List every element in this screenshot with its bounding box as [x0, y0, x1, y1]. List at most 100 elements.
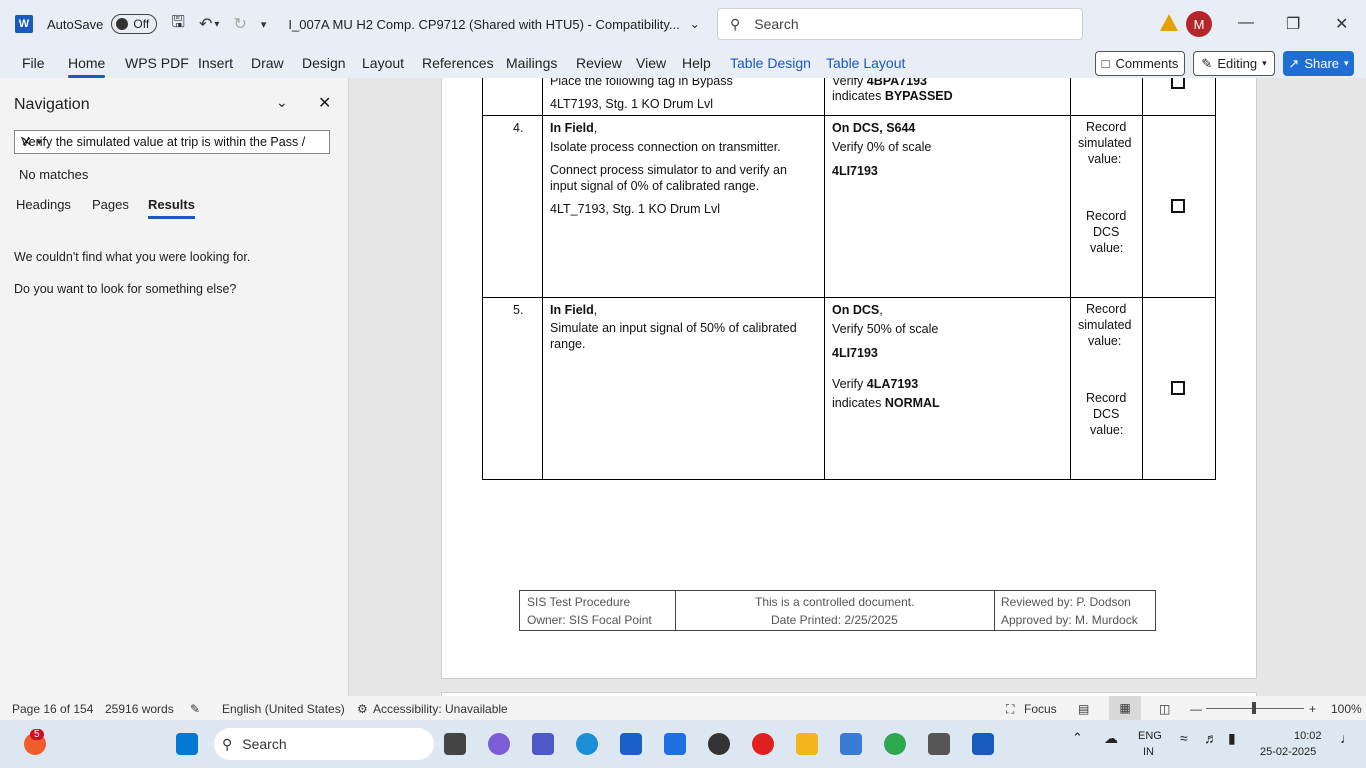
zoom-out-icon[interactable]: — — [1190, 702, 1202, 716]
tab-draw[interactable]: Draw — [251, 55, 284, 71]
edge-icon[interactable] — [576, 733, 598, 755]
text-run: , — [593, 121, 598, 135]
network-status-icon[interactable]: ☁ — [1104, 730, 1118, 747]
restore-icon[interactable]: ❐ — [1286, 14, 1300, 34]
table-cell-text: On DCS, S644 — [832, 121, 915, 135]
search-input[interactable]: ⚲ Search — [717, 8, 1083, 40]
copilot-icon[interactable] — [488, 733, 510, 755]
tab-insert[interactable]: Insert — [198, 55, 233, 71]
nav-search-input[interactable]: Verify the simulated value at trip is wi… — [14, 130, 330, 154]
chevron-down-icon[interactable]: ⌄ — [690, 17, 700, 31]
photos-icon[interactable] — [840, 733, 862, 755]
text-run: 4BPA7193 — [866, 78, 927, 88]
language-indicator[interactable]: ENG — [1138, 730, 1162, 742]
clock-time[interactable]: 10:02 — [1294, 730, 1322, 742]
store-icon[interactable] — [620, 733, 642, 755]
language-region[interactable]: IN — [1143, 746, 1154, 758]
undo-dropdown-icon[interactable]: ▾ — [214, 19, 219, 30]
share-button[interactable]: ↗ Share ▾ — [1283, 51, 1354, 76]
language[interactable]: English (United States) — [222, 702, 345, 716]
customize-toolbar-icon[interactable]: ▾ — [261, 18, 267, 31]
footer-divider — [675, 591, 676, 630]
zoom-level[interactable]: 100% — [1331, 702, 1362, 716]
checkbox[interactable] — [1171, 199, 1185, 213]
tab-references[interactable]: References — [422, 55, 494, 71]
tab-layout[interactable]: Layout — [362, 55, 404, 71]
page-count[interactable]: Page 16 of 154 — [12, 702, 93, 716]
table-cell-text: 4LI7193 — [832, 346, 878, 360]
tab-pages[interactable]: Pages — [92, 197, 129, 212]
taskbar-search[interactable]: ⚲ Search — [214, 728, 434, 760]
footer-text: Owner: SIS Focal Point — [527, 613, 652, 627]
notification-bell-icon[interactable]: ♩ — [1340, 730, 1354, 746]
table-border — [482, 297, 1216, 298]
word-taskbar-icon[interactable] — [972, 733, 994, 755]
tab-help[interactable]: Help — [682, 55, 711, 71]
checkbox[interactable] — [1171, 381, 1185, 395]
app-icon[interactable] — [928, 733, 950, 755]
close-icon[interactable]: ✕ — [1335, 14, 1348, 34]
taskbar-search-label: Search — [242, 736, 287, 752]
text-run: NORMAL — [884, 396, 940, 410]
editing-mode-button[interactable]: ✎ Editing ▾ — [1193, 51, 1275, 76]
focus-button[interactable]: Focus — [1024, 702, 1057, 716]
minimize-icon[interactable]: — — [1238, 14, 1254, 32]
proofing-icon[interactable]: ✎ — [190, 702, 200, 716]
checkbox[interactable] — [1171, 78, 1185, 89]
file-explorer-icon[interactable] — [796, 733, 818, 755]
tab-mailings[interactable]: Mailings — [506, 55, 557, 71]
teams-icon[interactable] — [532, 733, 554, 755]
accessibility-status[interactable]: Accessibility: Unavailable — [373, 702, 508, 716]
battery-icon[interactable]: ▮ — [1228, 730, 1236, 747]
start-icon[interactable] — [176, 733, 198, 755]
tab-review[interactable]: Review — [576, 55, 622, 71]
toggle-knob — [116, 18, 129, 30]
wifi-icon[interactable]: ≈ — [1180, 730, 1188, 746]
tab-view[interactable]: View — [636, 55, 666, 71]
opera-icon[interactable] — [752, 733, 774, 755]
tab-table-design[interactable]: Table Design — [730, 55, 811, 71]
table-cell-text: On DCS, — [832, 303, 883, 317]
tab-home[interactable]: Home — [68, 55, 106, 78]
web-layout-icon[interactable]: ◫ — [1159, 702, 1170, 716]
table-cell-text: Place the following tag in Bypass — [550, 78, 733, 88]
tab-results[interactable]: Results — [148, 197, 195, 219]
document-page[interactable]: Place the following tag in Bypass 4LT719… — [441, 78, 1257, 679]
print-layout-icon[interactable]: ▦ — [1109, 696, 1141, 720]
volume-icon[interactable]: ♬ — [1204, 730, 1218, 746]
avatar[interactable]: M — [1186, 11, 1212, 37]
tab-headings[interactable]: Headings — [16, 197, 71, 212]
comments-button[interactable]: □ Comments — [1095, 51, 1185, 76]
word-count[interactable]: 25916 words — [105, 702, 174, 716]
word-app-icon[interactable]: W — [15, 15, 33, 33]
step-number: 5. — [513, 303, 524, 317]
chevron-down-icon[interactable]: ⌄ — [276, 94, 288, 111]
zoom-slider-thumb[interactable] — [1252, 702, 1256, 714]
redo-icon[interactable]: ↻ — [233, 14, 246, 34]
text-run: Verify — [832, 78, 867, 88]
table-border — [1070, 78, 1071, 479]
tab-design[interactable]: Design — [302, 55, 346, 71]
table-border — [542, 78, 543, 479]
close-icon[interactable]: ✕ — [318, 93, 331, 113]
text-run: BYPASSED — [884, 89, 953, 103]
power-automate-icon[interactable] — [664, 733, 686, 755]
autosave-toggle[interactable]: Off — [111, 14, 158, 34]
chrome-icon[interactable] — [884, 733, 906, 755]
warning-icon[interactable] — [1160, 14, 1178, 31]
table-border — [482, 115, 1216, 116]
undo-icon[interactable]: ↶ — [199, 14, 212, 34]
text-run: indicates — [832, 396, 885, 410]
zoom-in-icon[interactable]: + — [1309, 702, 1316, 716]
document-area[interactable]: Place the following tag in Bypass 4LT719… — [350, 78, 1366, 696]
task-view-icon[interactable] — [444, 733, 466, 755]
clock-date[interactable]: 25-02-2025 — [1260, 746, 1316, 758]
footer-divider — [994, 591, 995, 630]
tab-wps-pdf[interactable]: WPS PDF — [125, 55, 189, 71]
read-mode-icon[interactable]: ▤ — [1078, 702, 1089, 716]
chevron-up-icon[interactable]: ⌃ — [1072, 730, 1083, 746]
save-icon[interactable]: 🖫 — [171, 11, 185, 38]
tab-table-layout[interactable]: Table Layout — [826, 55, 905, 71]
tab-file[interactable]: File — [22, 55, 45, 71]
dell-icon[interactable] — [708, 733, 730, 755]
